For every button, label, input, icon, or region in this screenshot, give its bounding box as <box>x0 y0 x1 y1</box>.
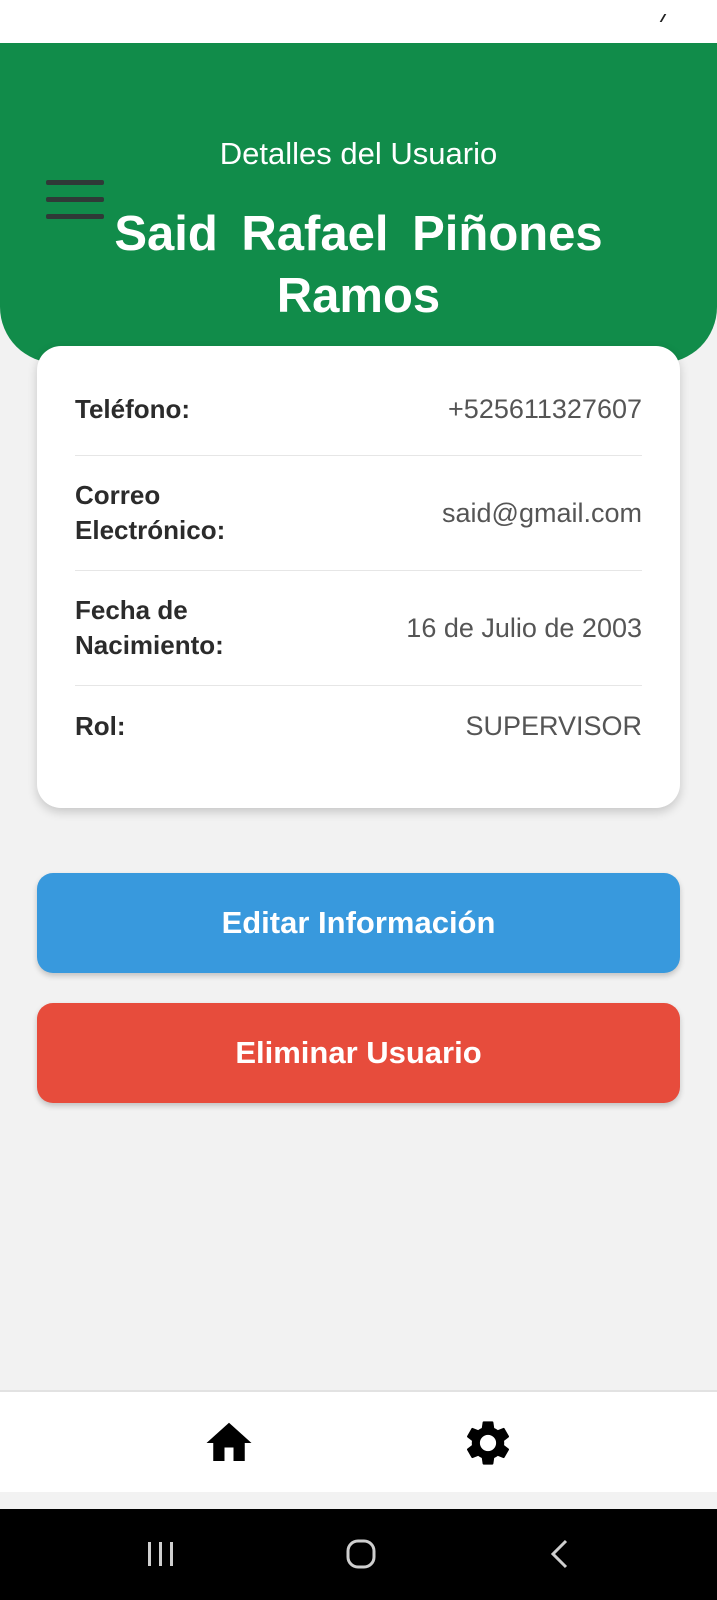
bottom-nav <box>0 1390 717 1492</box>
user-details-card: Teléfono: +525611327607 Correo Electróni… <box>37 346 680 808</box>
detail-row-role: Rol: SUPERVISOR <box>75 686 642 766</box>
detail-value: +525611327607 <box>448 394 642 424</box>
back-icon[interactable] <box>548 1537 572 1571</box>
detail-label: Fecha de Nacimiento: <box>75 595 224 660</box>
page-subtitle: Detalles del Usuario <box>219 136 498 171</box>
home-icon[interactable] <box>201 1416 257 1470</box>
system-navigation-bar <box>0 1509 717 1600</box>
status-bar <box>0 0 717 43</box>
delete-user-button[interactable]: Eliminar Usuario <box>37 1003 680 1103</box>
page-title: Said Rafael Piñones Ramos <box>114 207 603 323</box>
gear-icon[interactable] <box>460 1416 516 1470</box>
detail-value: SUPERVISOR <box>465 710 642 741</box>
detail-label: Teléfono: <box>75 394 191 424</box>
detail-value: 16 de Julio de 2003 <box>406 612 642 643</box>
edit-info-button[interactable]: Editar Información <box>37 873 680 973</box>
status-indicator <box>659 14 671 22</box>
detail-value: said@gmail.com <box>442 497 642 528</box>
home-circle-icon[interactable] <box>344 1537 378 1571</box>
detail-row-birthdate: Fecha de Nacimiento: 16 de Julio de 2003 <box>75 571 642 686</box>
detail-label: Correo Electrónico: <box>75 480 226 545</box>
detail-row-email: Correo Electrónico: said@gmail.com <box>75 456 642 571</box>
recent-apps-icon[interactable] <box>145 1537 177 1571</box>
detail-label: Rol: <box>75 710 126 741</box>
detail-row-phone: Teléfono: +525611327607 <box>75 364 642 456</box>
